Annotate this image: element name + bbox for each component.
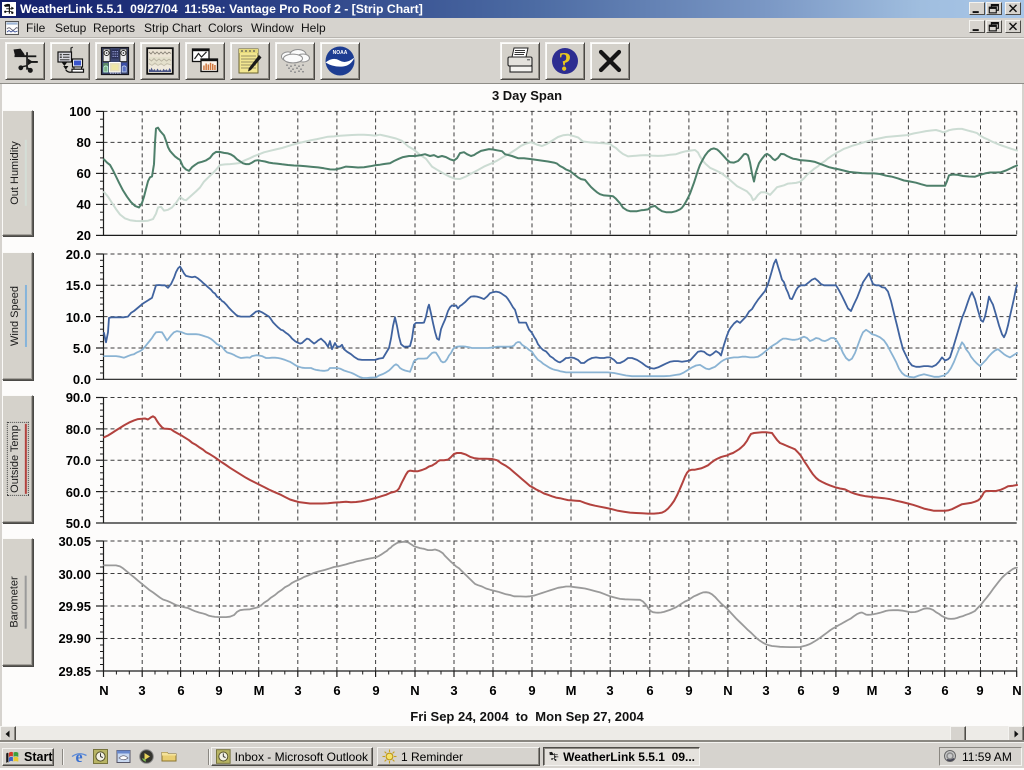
svg-text:?: ? [559, 48, 572, 77]
svg-text:NOAA: NOAA [333, 50, 348, 56]
svg-text:e: e [75, 749, 82, 765]
